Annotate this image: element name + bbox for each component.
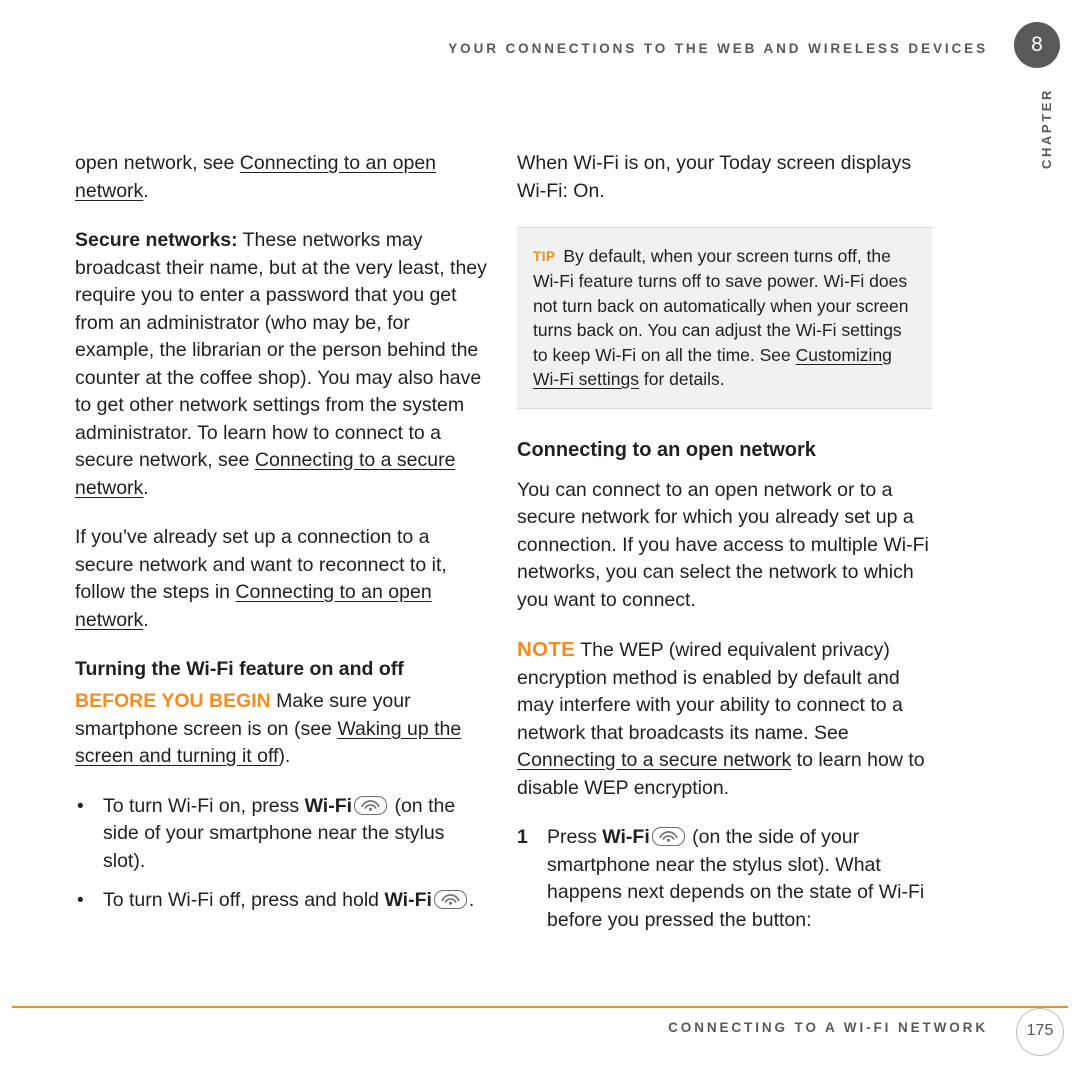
bullet-text: To turn Wi-Fi off, press and hold Wi-Fi. [103, 887, 490, 915]
bullet-marker: • [77, 890, 84, 911]
bullet-text-after: . [468, 889, 475, 911]
paragraph-today-screen: When Wi-Fi is on, your Today screen disp… [517, 152, 912, 202]
paragraph-secure-networks: Secure networks: These networks may broa… [75, 227, 490, 502]
footer-divider [12, 1006, 1068, 1008]
chapter-vertical-label: CHAPTER [1039, 88, 1054, 170]
tip-callout-box: TIP By default, when your screen turns o… [517, 227, 932, 409]
step-text: Press Wi-Fi (on the side of your smartph… [547, 824, 932, 934]
link-connecting-to-a-secure-network-3[interactable]: Connecting to a secure network [517, 749, 791, 771]
bullet-text-before: To turn Wi-Fi off, press and hold [103, 889, 385, 911]
wifi-key-icon [433, 890, 467, 909]
reconnect-end: . [143, 608, 149, 631]
footer-running-title: CONNECTING TO A WI-FI NETWORK [668, 1020, 988, 1035]
tip-label: TIP [533, 248, 556, 264]
bullet-marker: • [77, 795, 84, 817]
bullet-text: To turn Wi-Fi on, press Wi-Fi (on the si… [103, 793, 490, 876]
bullet-bold-wifi: Wi-Fi [304, 794, 353, 817]
continued-text: open network, see [75, 152, 240, 174]
before-you-begin-end: ). [278, 745, 291, 767]
before-you-begin-label: BEFORE YOU BEGIN [75, 690, 271, 712]
paragraph-connect-open: You can connect to an open network or to… [517, 478, 929, 611]
subheading-turning-wifi-on-off: Turning the Wi-Fi feature on and off [75, 658, 404, 680]
paragraph-before-you-begin: BEFORE YOU BEGIN Make sure your smartpho… [75, 688, 490, 771]
chapter-number-badge: 8 [1014, 22, 1060, 68]
page-number-badge: 175 [1016, 1008, 1064, 1056]
left-column: open network, see Connecting to an open … [75, 150, 490, 927]
list-item: • To turn Wi-Fi off, press and hold Wi-F… [75, 887, 490, 915]
right-column: When Wi-Fi is on, your Today screen disp… [517, 150, 932, 934]
bullet-text-before: To turn Wi-Fi on, press [103, 794, 305, 817]
continued-text-end: . [143, 179, 149, 202]
running-head-title: YOUR CONNECTIONS TO THE WEB AND WIRELESS… [448, 41, 988, 56]
paragraph-note-wep: NOTE The WEP (wired equivalent privacy) … [517, 636, 932, 802]
step-bold-wifi: Wi-Fi [602, 826, 650, 848]
page-header: YOUR CONNECTIONS TO THE WEB AND WIRELESS… [0, 22, 1080, 70]
bullet-bold-wifi: Wi-Fi [384, 889, 432, 911]
secure-networks-label: Secure networks: [75, 229, 238, 251]
secure-networks-body: These networks may broadcast their name,… [75, 229, 487, 471]
wifi-key-icon [651, 827, 685, 846]
note-body-before: The WEP (wired equivalent privacy) encry… [517, 639, 903, 744]
paragraph-continued: open network, see Connecting to an open … [75, 150, 490, 205]
section-heading-connecting-open-network: Connecting to an open network [517, 438, 816, 461]
wifi-key-icon [354, 795, 388, 815]
note-label: NOTE [517, 638, 576, 661]
numbered-step: 1 Press Wi-Fi (on the side of your smart… [517, 824, 932, 934]
secure-networks-end: . [143, 476, 149, 499]
step-text-before: Press [547, 826, 603, 848]
paragraph-reconnect: If you’ve already set up a connection to… [75, 524, 490, 634]
tip-body-after: for details. [638, 369, 725, 389]
list-item: • To turn Wi-Fi on, press Wi-Fi (on the … [75, 793, 490, 876]
step-number: 1 [517, 826, 528, 848]
